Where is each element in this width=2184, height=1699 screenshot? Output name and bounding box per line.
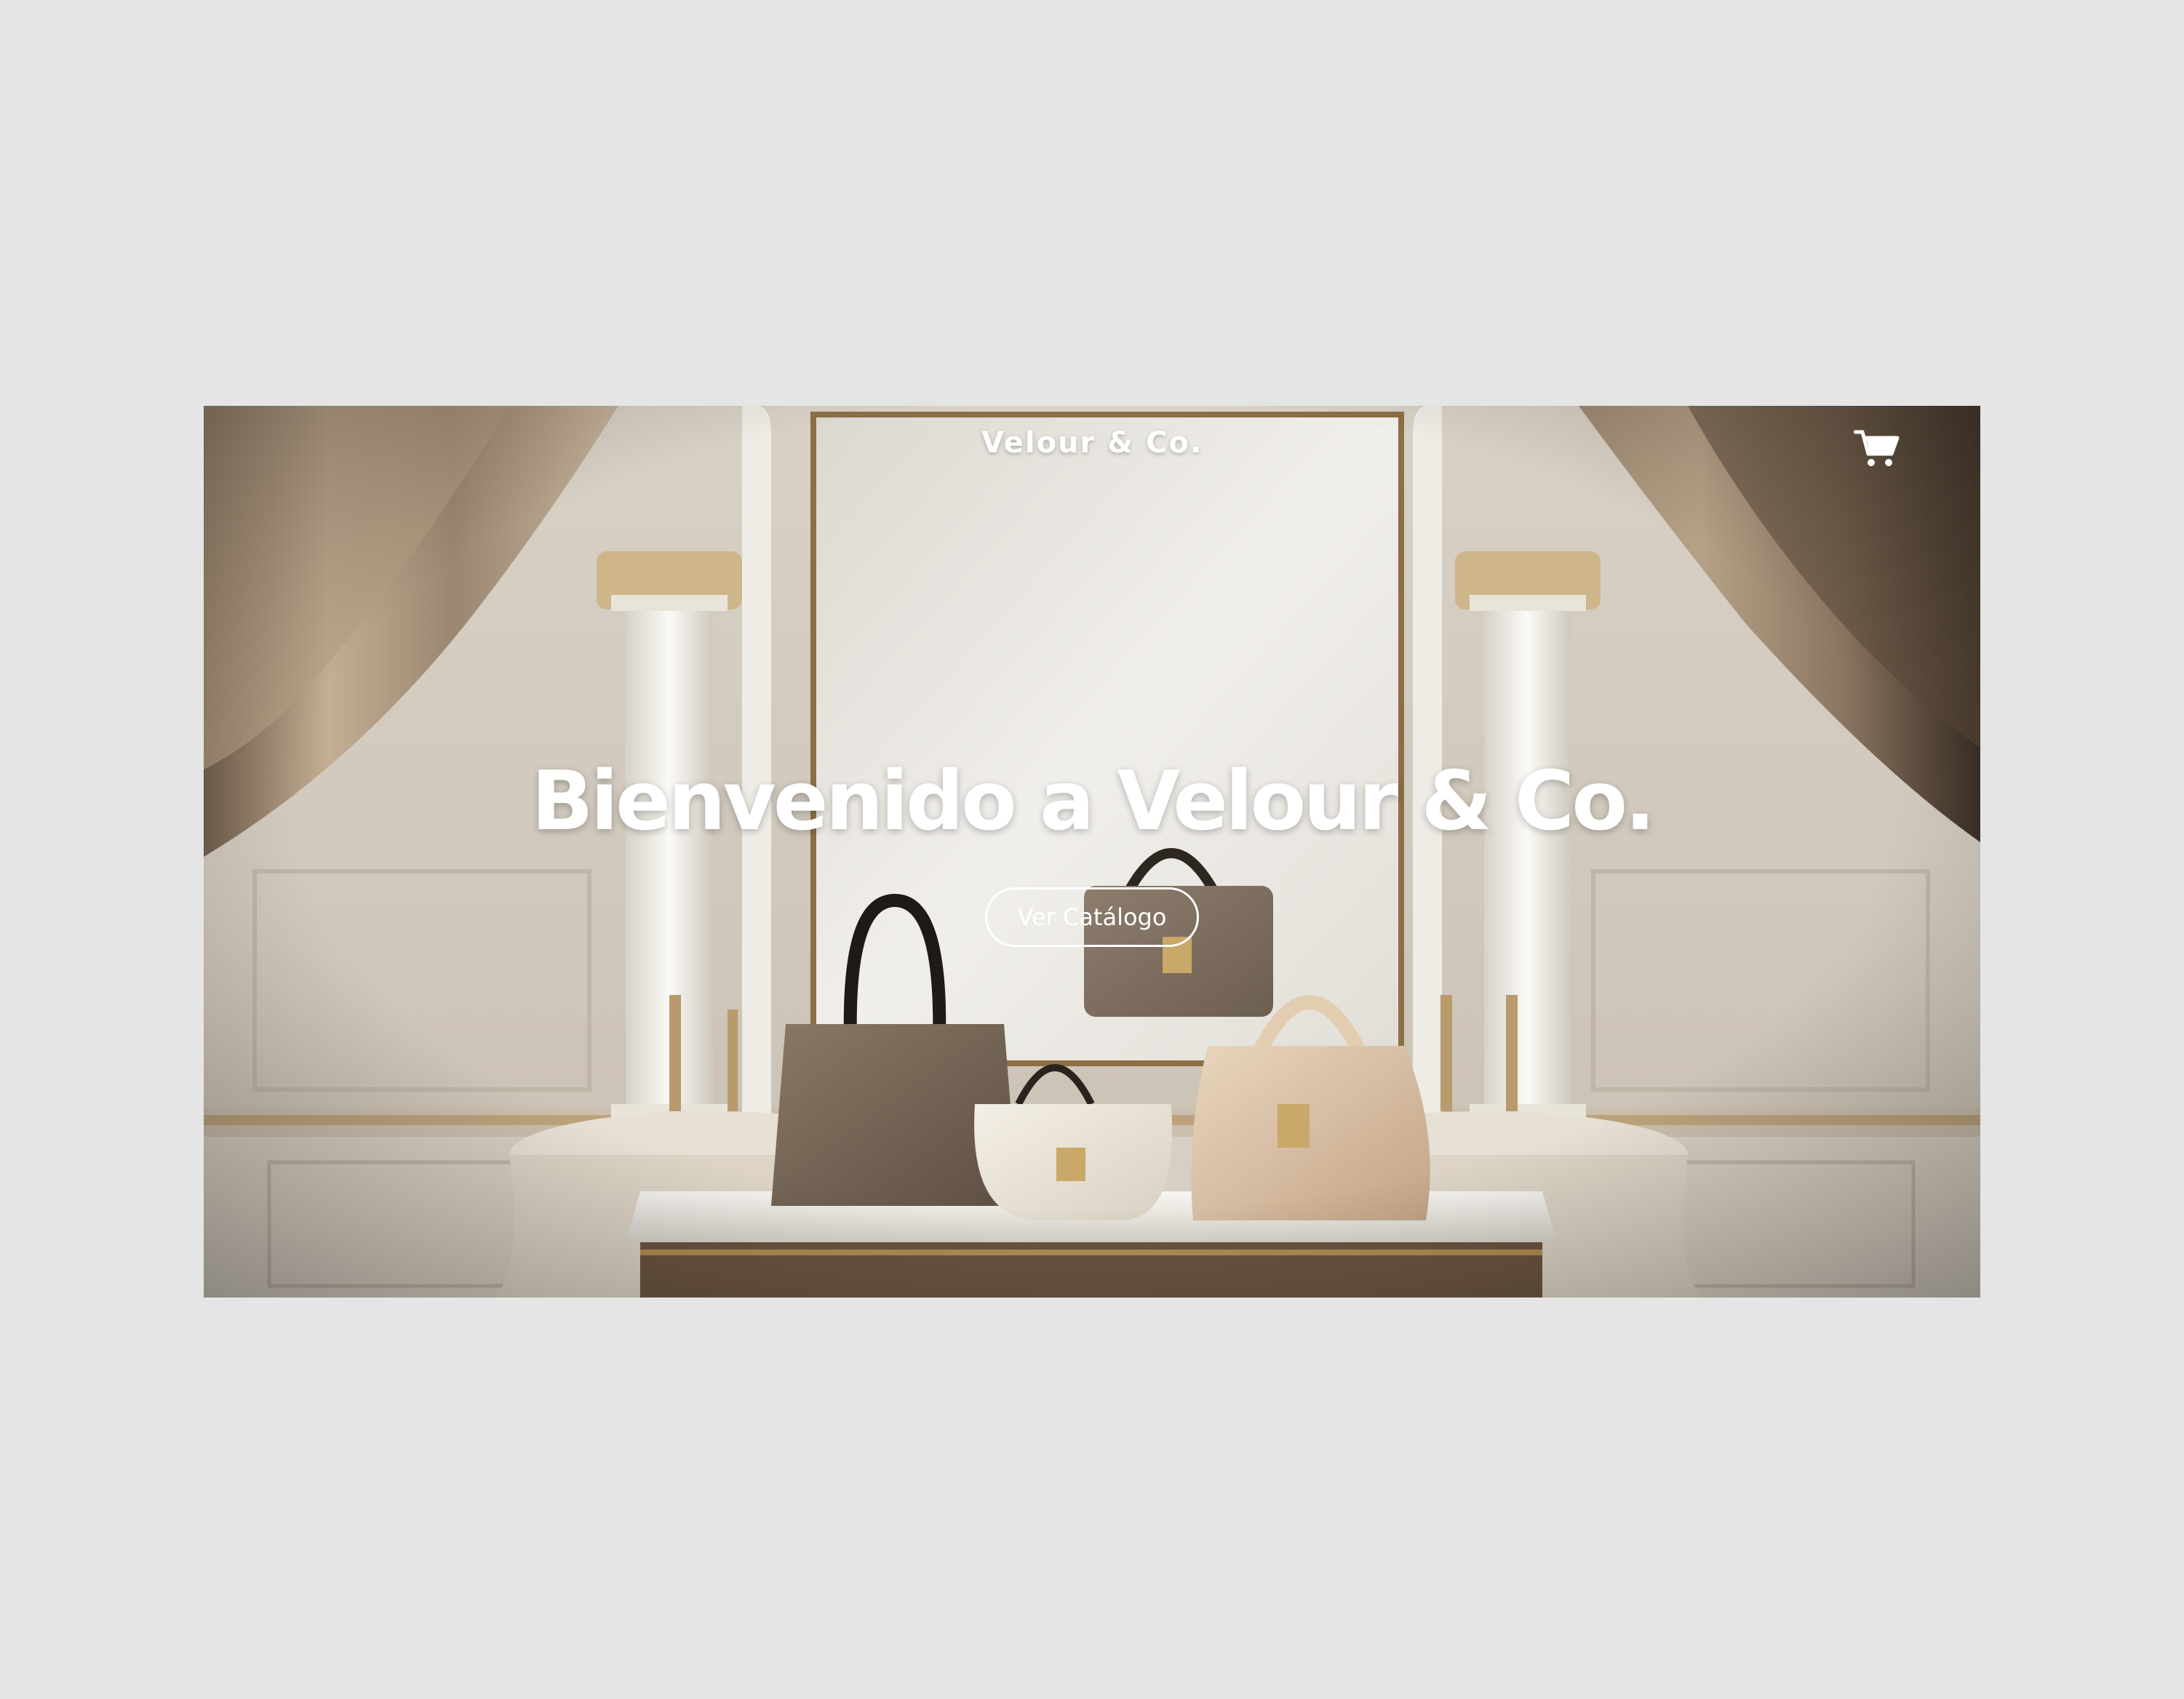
page: Velour & Co. Bienvenido a Velour & Co. V… — [0, 0, 2184, 1699]
hero-headline: Bienvenido a Velour & Co. — [531, 754, 1655, 849]
view-catalog-button[interactable]: Ver Catálogo — [985, 887, 1199, 947]
shopping-cart-icon[interactable] — [1853, 428, 1900, 468]
brand-logo[interactable]: Velour & Co. — [204, 426, 1980, 460]
hero-background-image — [204, 406, 1980, 1298]
hero-banner: Velour & Co. Bienvenido a Velour & Co. V… — [204, 406, 1980, 1298]
